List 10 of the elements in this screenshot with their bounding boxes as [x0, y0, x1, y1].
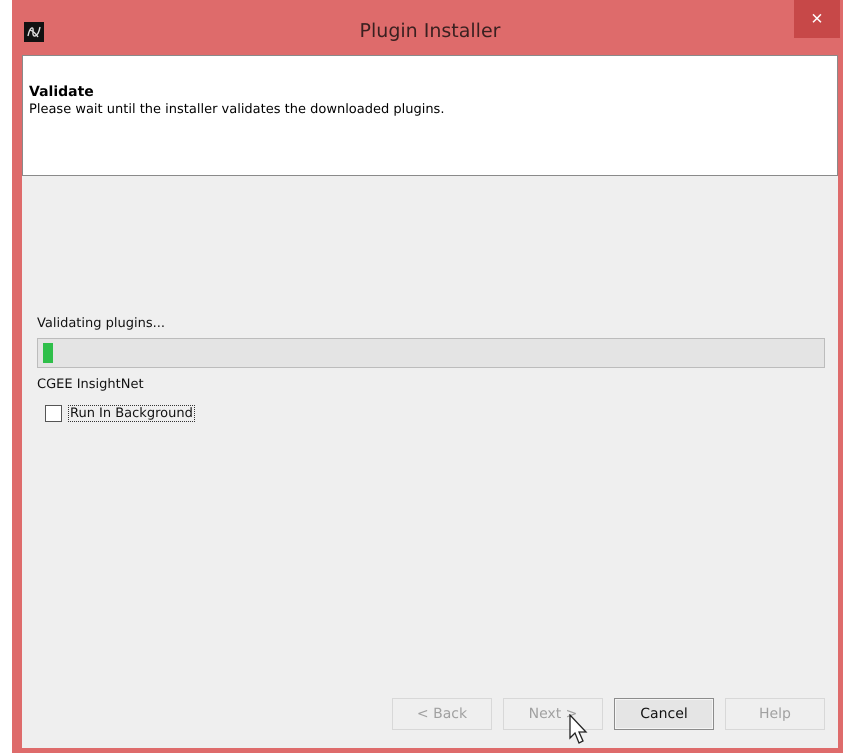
- checkbox[interactable]: [45, 405, 62, 422]
- checkbox-label[interactable]: Run In Background: [68, 405, 195, 422]
- close-button[interactable]: ×: [794, 0, 840, 38]
- window-title: Plugin Installer: [360, 20, 500, 42]
- progress-label: Validating plugins...: [37, 316, 166, 331]
- default-button[interactable]: Cancel: [614, 698, 714, 730]
- step-description: Please wait until the installer validates the downloaded plugins.: [29, 102, 446, 117]
- step-title: Validate: [29, 84, 95, 100]
- app-icon: [24, 22, 44, 42]
- current-plugin: CGEE InsightNet: [37, 377, 145, 392]
